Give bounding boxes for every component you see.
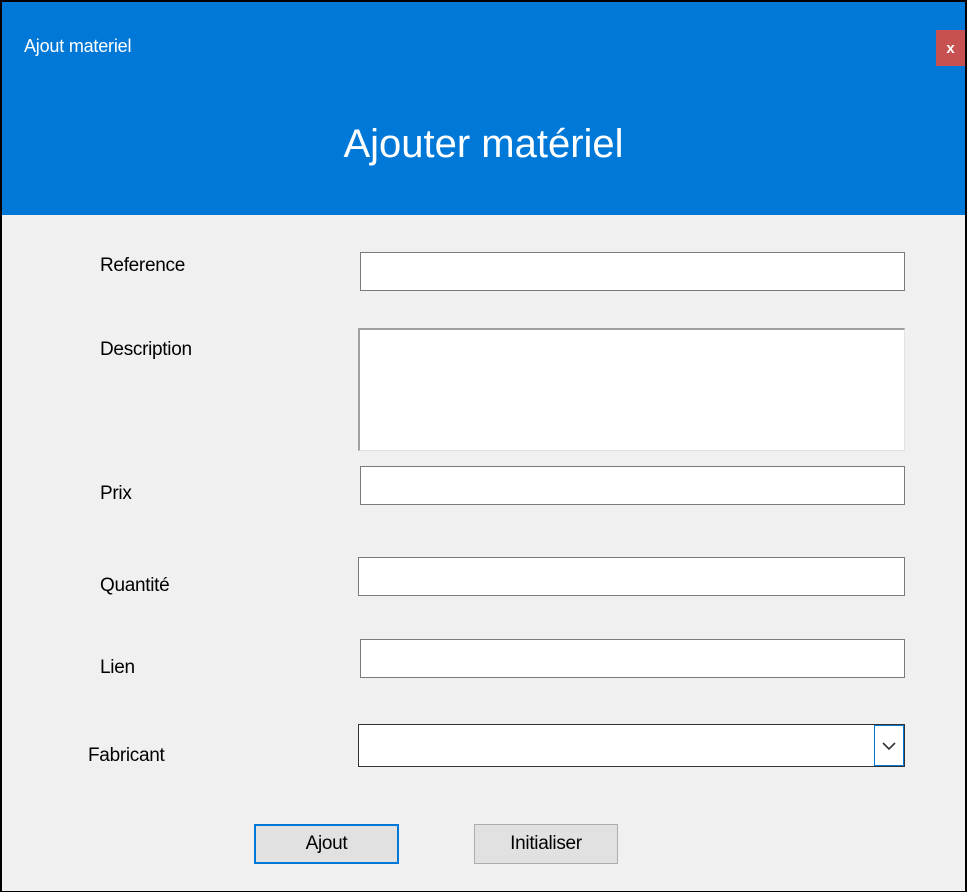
ajout-button[interactable]: Ajout <box>254 824 399 864</box>
fabricant-label: Fabricant <box>88 745 165 766</box>
chevron-down-icon <box>882 741 896 750</box>
lien-label: Lien <box>100 657 135 678</box>
fabricant-dropdown-button[interactable] <box>874 725 904 766</box>
window-title: Ajout materiel <box>24 36 132 56</box>
quantite-input[interactable] <box>358 557 905 596</box>
description-textarea[interactable] <box>358 328 905 451</box>
reference-label: Reference <box>100 255 185 276</box>
prix-label: Prix <box>100 483 132 504</box>
lien-input[interactable] <box>360 639 905 678</box>
initialiser-button[interactable]: Initialiser <box>474 824 618 864</box>
close-button[interactable]: x <box>936 30 965 66</box>
quantite-label: Quantité <box>100 575 170 596</box>
prix-input[interactable] <box>360 466 905 505</box>
page-heading: Ajouter matériel <box>343 122 624 166</box>
dialog-window: Ajout materiel x Ajouter matériel Refere… <box>0 0 967 892</box>
fabricant-select[interactable] <box>358 724 905 767</box>
description-label: Description <box>100 339 192 360</box>
reference-input[interactable] <box>360 252 905 291</box>
header-banner: Ajout materiel x Ajouter matériel <box>2 2 965 215</box>
